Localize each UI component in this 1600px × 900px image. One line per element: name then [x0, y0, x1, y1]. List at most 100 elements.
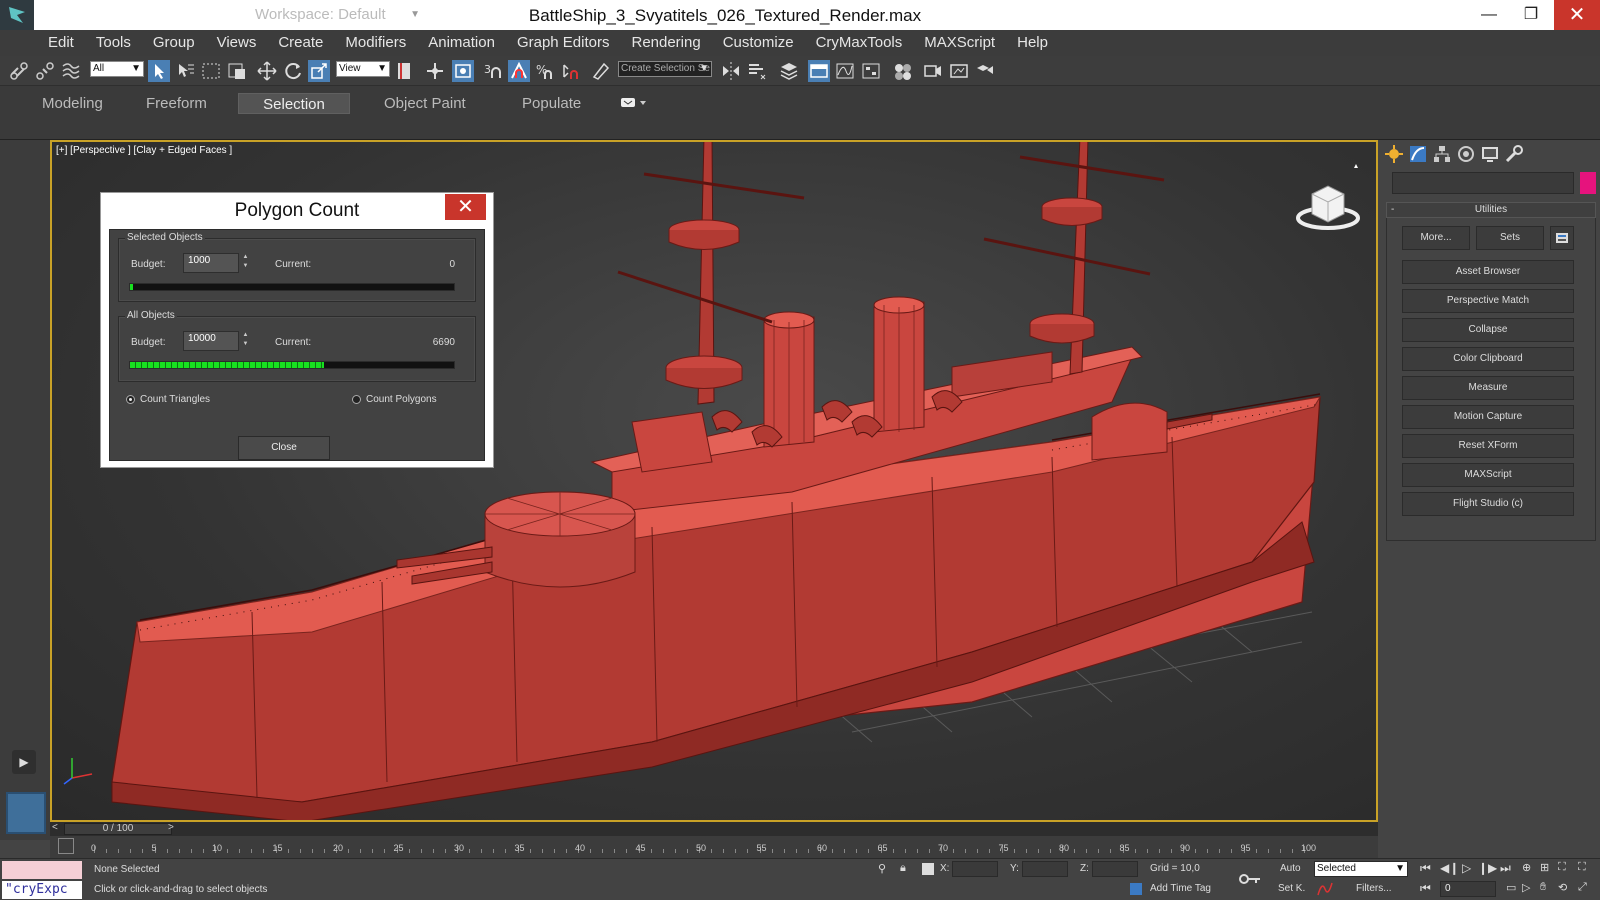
menu-create[interactable]: Create	[267, 30, 334, 56]
next-frame-icon[interactable]: ❙▶	[1478, 861, 1497, 875]
app-menu-button[interactable]	[0, 0, 34, 30]
count-polygons-label[interactable]: Count Polygons	[366, 394, 437, 405]
menu-views[interactable]: Views	[206, 30, 268, 56]
create-tab-icon[interactable]	[1384, 144, 1404, 164]
move-icon[interactable]	[256, 60, 278, 82]
motion-tab-icon[interactable]	[1456, 144, 1476, 164]
orbit-icon[interactable]: ⟲	[1558, 881, 1567, 894]
named-selection-dropdown[interactable]: Create Selection Se ▼	[618, 61, 712, 77]
close-window-button[interactable]: ✕	[1554, 0, 1600, 30]
color-clipboard-button[interactable]: Color Clipboard	[1402, 347, 1574, 371]
tab-object-paint[interactable]: Object Paint	[374, 93, 476, 114]
count-polygons-radio[interactable]	[352, 395, 361, 404]
go-to-start-icon[interactable]: ⏮	[1420, 861, 1431, 876]
display-tab-icon[interactable]	[1480, 144, 1500, 164]
tab-freeform[interactable]: Freeform	[136, 93, 217, 114]
z-coordinate-input[interactable]	[1092, 861, 1138, 877]
all-budget-input[interactable]: 10000	[183, 331, 239, 351]
ribbon-options-icon[interactable]	[620, 96, 650, 110]
play-layout-icon[interactable]: ▶	[12, 750, 36, 774]
selection-filter-dropdown[interactable]: All ▼	[90, 61, 144, 77]
restore-button[interactable]: ❐	[1508, 0, 1554, 30]
link-icon[interactable]	[8, 60, 30, 82]
layer-explorer-icon[interactable]	[778, 60, 800, 82]
configure-button-sets-icon[interactable]	[1550, 226, 1574, 250]
asset-browser-button[interactable]: Asset Browser	[1402, 260, 1574, 284]
select-by-name-icon[interactable]	[174, 60, 196, 82]
snap-3d-icon[interactable]: 3	[482, 60, 504, 82]
menu-animation[interactable]: Animation	[417, 30, 506, 56]
viewport-layout-thumbnail[interactable]	[6, 792, 46, 834]
maxscript-button[interactable]: MAXScript	[1402, 463, 1574, 487]
edit-named-selection-icon[interactable]	[590, 60, 612, 82]
reset-xform-button[interactable]: Reset XForm	[1402, 434, 1574, 458]
lock-icon[interactable]: 🔒︎	[900, 862, 906, 875]
menu-edit[interactable]: Edit	[37, 30, 85, 56]
toggle-ribbon-icon[interactable]	[808, 60, 830, 82]
utilities-rollout-header[interactable]: - Utilities	[1386, 202, 1596, 218]
selected-budget-spinner[interactable]: ▲ ▼	[241, 253, 250, 273]
selected-budget-input[interactable]: 1000	[183, 253, 239, 273]
isolate-icon[interactable]: ⚲	[878, 862, 886, 875]
tab-selection[interactable]: Selection	[238, 93, 350, 114]
measure-button[interactable]: Measure	[1402, 376, 1574, 400]
zoom-all-icon[interactable]: ⊞	[1540, 861, 1549, 874]
angle-snap-icon[interactable]	[508, 60, 530, 82]
menu-group[interactable]: Group	[142, 30, 206, 56]
all-budget-spinner[interactable]: ▲ ▼	[241, 331, 250, 351]
time-slider-prev-icon[interactable]: <	[52, 822, 58, 833]
play-icon[interactable]: ▷	[1462, 861, 1471, 875]
pan-view-icon[interactable]: ▷	[1522, 881, 1530, 894]
time-slider-thumb[interactable]: 0 / 100	[64, 823, 172, 835]
more-button[interactable]: More...	[1402, 226, 1470, 250]
maxscript-mini-listener[interactable]: "cryExpc	[2, 881, 82, 899]
collapse-button[interactable]: Collapse	[1402, 318, 1574, 342]
sets-button[interactable]: Sets	[1476, 226, 1544, 250]
menu-maxscript[interactable]: MAXScript	[913, 30, 1006, 56]
window-crossing-icon[interactable]	[226, 60, 248, 82]
key-filter-dropdown[interactable]: Selected ▼	[1314, 861, 1408, 877]
percent-snap-icon[interactable]: %	[534, 60, 556, 82]
menu-crymaxtools[interactable]: CryMaxTools	[805, 30, 914, 56]
menu-graph-editors[interactable]: Graph Editors	[506, 30, 621, 56]
zoom-icon[interactable]: ⊕	[1522, 861, 1531, 874]
trackbar[interactable]: 0 5 10 15 20 25 30 35 40 45 50 55 60 65 70 75 80 85 90 95 10…	[50, 836, 1378, 858]
keyboard-shortcut-override-icon[interactable]	[452, 60, 474, 82]
motion-capture-button[interactable]: Motion Capture	[1402, 405, 1574, 429]
curve-editor-mini-icon[interactable]	[58, 838, 74, 854]
scale-icon[interactable]	[308, 60, 330, 82]
set-key-icon[interactable]	[1238, 869, 1262, 889]
time-slider[interactable]: < 0 / 100 >	[50, 822, 1378, 836]
material-editor-icon[interactable]	[892, 60, 914, 82]
field-of-view-icon[interactable]: ▭	[1506, 881, 1516, 894]
maximize-viewport-icon[interactable]: ⤢	[1578, 881, 1587, 894]
menu-customize[interactable]: Customize	[712, 30, 805, 56]
manipulate-icon[interactable]	[424, 60, 446, 82]
render-setup-icon[interactable]	[922, 60, 944, 82]
hand-pan-icon[interactable]: ✋︎	[1540, 881, 1546, 894]
rotate-icon[interactable]	[282, 60, 304, 82]
time-tag-icon[interactable]	[1130, 883, 1142, 895]
reference-coordinate-dropdown[interactable]: View ▼	[336, 61, 390, 77]
absolute-mode-icon[interactable]	[922, 863, 934, 875]
hierarchy-tab-icon[interactable]	[1432, 144, 1452, 164]
key-mode-toggle-icon[interactable]: ⏮	[1420, 881, 1431, 896]
set-key-button[interactable]: Set K.	[1278, 883, 1305, 894]
previous-frame-icon[interactable]: ◀❙	[1440, 861, 1459, 875]
schematic-view-icon[interactable]	[860, 60, 882, 82]
modify-tab-icon[interactable]	[1408, 144, 1428, 164]
unlink-icon[interactable]	[34, 60, 56, 82]
tab-populate[interactable]: Populate	[512, 93, 591, 114]
count-triangles-radio[interactable]	[126, 395, 135, 404]
select-object-icon[interactable]	[148, 60, 170, 82]
x-coordinate-input[interactable]	[952, 861, 998, 877]
zoom-extents-icon[interactable]: ⛶	[1558, 861, 1566, 874]
render-production-icon[interactable]	[974, 60, 996, 82]
dialog-close-icon[interactable]: ✕	[445, 194, 486, 220]
viewcube-icon[interactable]	[1290, 164, 1364, 234]
go-to-end-icon[interactable]: ⏭	[1500, 861, 1511, 876]
menu-tools[interactable]: Tools	[85, 30, 142, 56]
time-slider-next-icon[interactable]: >	[168, 822, 174, 833]
close-button[interactable]: Close	[238, 436, 330, 460]
curve-editor-icon[interactable]	[834, 60, 856, 82]
